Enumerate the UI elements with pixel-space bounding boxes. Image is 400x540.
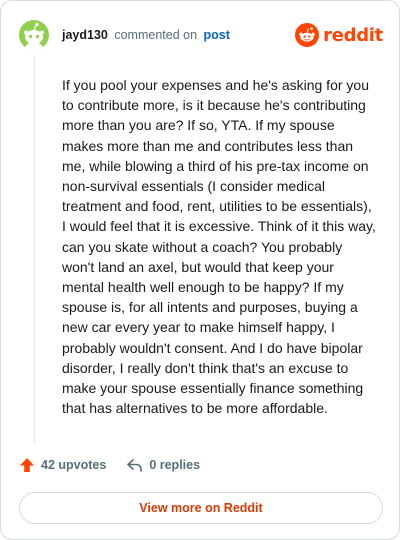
snoo-avatar-icon xyxy=(24,22,44,50)
post-link[interactable]: post xyxy=(204,28,230,42)
reply-arrow-icon xyxy=(127,459,143,472)
reply-count: 0 replies xyxy=(149,458,201,472)
comment-actions: 42 upvotes 0 replies xyxy=(19,457,200,473)
reddit-comment-embed: jayd130 commented on post reddit If you … xyxy=(0,0,400,540)
reddit-snoo-icon xyxy=(295,23,320,47)
reddit-logo[interactable]: reddit xyxy=(295,23,383,47)
thread-line xyxy=(34,57,35,443)
view-more-button[interactable]: View more on Reddit xyxy=(19,492,383,524)
upvote-button[interactable]: 42 upvotes xyxy=(19,457,106,473)
upvote-count: 42 upvotes xyxy=(41,458,107,472)
comment-header: jayd130 commented on post reddit xyxy=(19,19,383,51)
comment-meta: jayd130 commented on post xyxy=(62,28,230,42)
comment-body: If you pool your expenses and he's askin… xyxy=(62,77,376,417)
upvote-arrow-icon xyxy=(20,458,34,472)
username-link[interactable]: jayd130 xyxy=(62,28,108,42)
reddit-wordmark: reddit xyxy=(323,24,383,46)
user-avatar[interactable] xyxy=(19,20,49,50)
commented-on-label: commented on xyxy=(114,28,198,42)
replies-button[interactable]: 0 replies xyxy=(126,457,200,473)
